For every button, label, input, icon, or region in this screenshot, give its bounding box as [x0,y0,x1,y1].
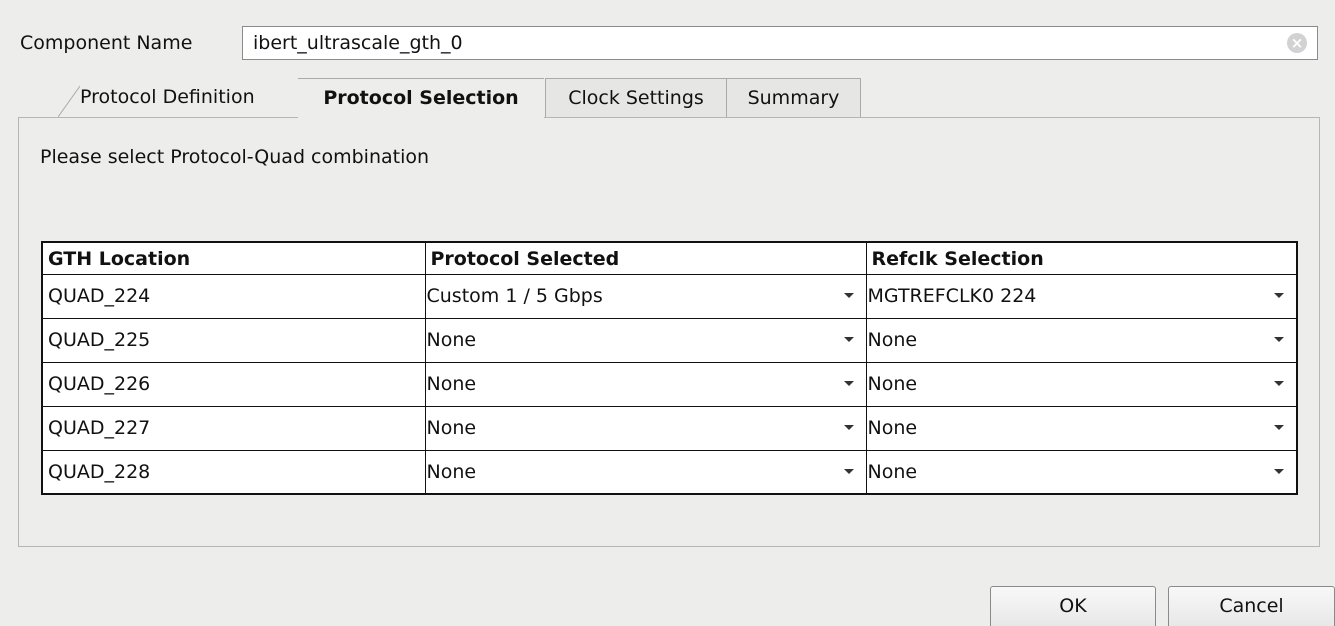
tab-summary[interactable]: Summary [727,78,861,118]
protocol-value: None [426,417,477,439]
column-header-protocol-selected: Protocol Selected [424,241,867,275]
ok-button[interactable]: OK [990,586,1156,626]
chevron-down-icon[interactable] [1274,424,1284,430]
tab-protocol-definition[interactable]: Protocol Definition [58,78,298,118]
refclk-value: None [867,329,918,351]
chevron-down-icon[interactable] [1274,336,1284,342]
refclk-value: MGTREFCLK0 224 [867,285,1037,307]
tab-label: Protocol Selection [323,87,519,109]
gth-location-cell: QUAD_226 [41,361,426,407]
protocol-dropdown[interactable]: None [424,405,867,451]
gth-location-cell: QUAD_225 [41,317,426,363]
refclk-dropdown[interactable]: None [865,405,1298,451]
chevron-down-icon[interactable] [843,380,854,386]
refclk-value: None [867,460,918,483]
table-row: QUAD_227 None None [41,405,1298,451]
tab-slant [58,85,80,118]
gth-location-cell: QUAD_227 [41,405,426,451]
tab-protocol-selection[interactable]: Protocol Selection [298,78,544,119]
chevron-down-icon[interactable] [1274,468,1284,474]
cancel-button[interactable]: Cancel [1168,586,1335,626]
tab-clock-settings[interactable]: Clock Settings [545,78,727,118]
table-header-row: GTH Location Protocol Selected Refclk Se… [41,241,1298,275]
protocol-dropdown[interactable]: None [424,317,867,363]
chevron-down-icon[interactable] [1274,380,1284,386]
protocol-value: None [426,329,477,351]
chevron-down-icon[interactable] [843,468,854,474]
protocol-dropdown[interactable]: None [424,361,867,407]
clear-icon[interactable]: × [1287,33,1307,53]
tab-label: Summary [747,87,840,109]
gth-location-cell: QUAD_228 [41,449,426,495]
refclk-dropdown[interactable]: None [865,449,1298,495]
chevron-down-icon[interactable] [1274,292,1284,298]
protocol-dropdown[interactable]: None [424,449,867,495]
refclk-dropdown[interactable]: None [865,317,1298,363]
refclk-value: None [867,417,918,439]
chevron-down-icon[interactable] [843,336,854,342]
tab-label: Clock Settings [568,87,704,109]
column-header-refclk-selection: Refclk Selection [865,241,1298,275]
tab-bar: Protocol Definition Protocol Selection C… [0,78,1335,119]
refclk-dropdown[interactable]: None [865,361,1298,407]
component-name-input[interactable] [242,26,1318,60]
table-row: QUAD_226 None None [41,361,1298,407]
table-row: QUAD_228 None None [41,449,1298,495]
component-name-label: Component Name [20,32,193,54]
chevron-down-icon[interactable] [843,292,854,298]
tab-label: Protocol Definition [80,86,255,108]
table-row: QUAD_225 None None [41,317,1298,363]
gth-location-cell: QUAD_224 [41,273,426,319]
protocol-value: None [426,460,477,483]
refclk-dropdown[interactable]: MGTREFCLK0 224 [865,273,1298,319]
instruction-text: Please select Protocol-Quad combination [40,146,430,168]
column-header-gth-location: GTH Location [41,241,426,275]
refclk-value: None [867,373,918,395]
chevron-down-icon[interactable] [843,424,854,430]
protocol-value: None [426,373,477,395]
protocol-quad-table: GTH Location Protocol Selected Refclk Se… [41,241,1298,495]
protocol-dropdown[interactable]: Custom 1 / 5 Gbps [424,273,867,319]
protocol-value: Custom 1 / 5 Gbps [426,285,603,307]
table-row: QUAD_224 Custom 1 / 5 Gbps MGTREFCLK0 22… [41,273,1298,319]
